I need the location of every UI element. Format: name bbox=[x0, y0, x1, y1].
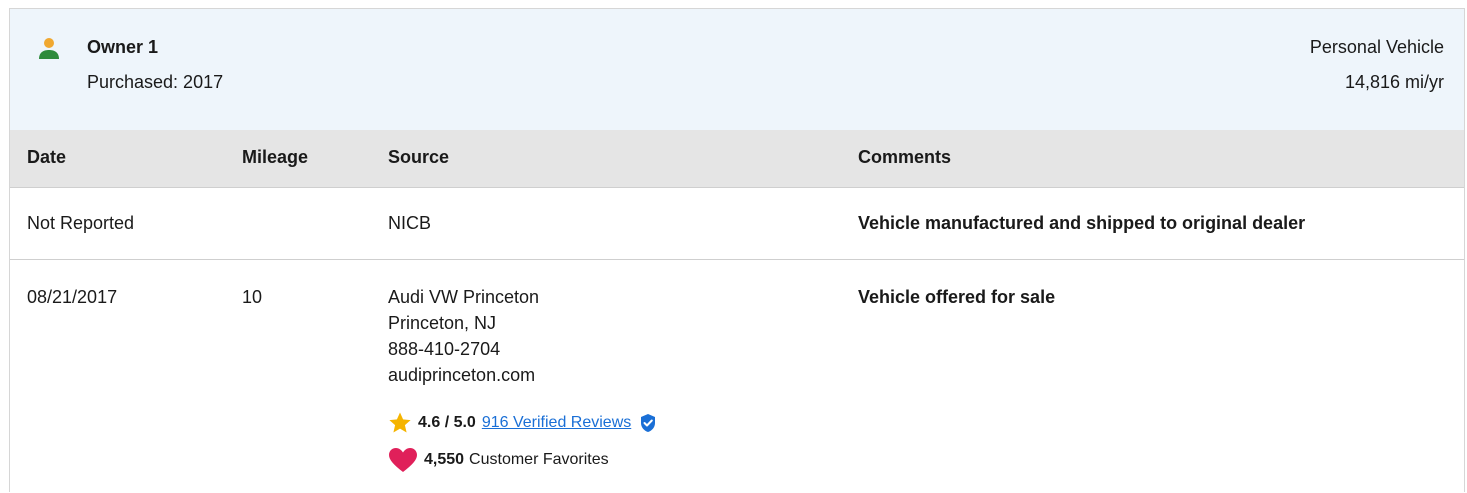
row-source: Audi VW Princeton Princeton, NJ 888-410-… bbox=[388, 284, 539, 388]
usage-type: Personal Vehicle bbox=[1309, 37, 1444, 57]
row-mileage: 10 bbox=[242, 287, 263, 307]
table-row: Not Reported NICB Vehicle manufactured a… bbox=[10, 188, 1464, 260]
row-date: Not Reported bbox=[27, 213, 135, 233]
owner-header: Owner 1 Purchased: 2017 Personal Vehicle… bbox=[10, 9, 1464, 131]
miles-per-year: 14,816 mi/yr bbox=[1344, 72, 1444, 92]
person-icon bbox=[39, 38, 59, 59]
dealer-phone: 888-410-2704 bbox=[388, 339, 501, 359]
table-header: Date Mileage Source Comments bbox=[10, 130, 1464, 188]
row-source: NICB bbox=[388, 213, 432, 233]
owner-title: Owner 1 bbox=[87, 37, 159, 57]
favorites-count: 4,550 bbox=[424, 451, 465, 468]
heart-icon bbox=[389, 448, 417, 472]
table-row: 08/21/2017 10 Audi VW Princeton Princeto… bbox=[10, 260, 1464, 493]
row-comment: Vehicle offered for sale bbox=[858, 287, 1056, 307]
dealer-rating: 4.6 / 5.0 916 Verified Reviews bbox=[388, 410, 657, 436]
dealer-name: Audi VW Princeton bbox=[388, 287, 540, 307]
verified-reviews-link[interactable]: 916 Verified Reviews bbox=[482, 414, 631, 432]
star-icon bbox=[389, 412, 411, 433]
row-date: 08/21/2017 bbox=[27, 287, 118, 307]
dealer-website: audiprinceton.com bbox=[388, 365, 536, 385]
rating-score: 4.6 / 5.0 bbox=[418, 414, 476, 431]
column-header-date: Date bbox=[27, 147, 67, 167]
purchase-year: Purchased: 2017 bbox=[87, 72, 224, 92]
owner-history-card: Owner 1 Purchased: 2017 Personal Vehicle… bbox=[9, 8, 1465, 492]
column-header-source: Source bbox=[388, 147, 450, 167]
column-header-comments: Comments bbox=[858, 147, 952, 167]
verified-shield-icon bbox=[641, 414, 656, 432]
dealer-location: Princeton, NJ bbox=[388, 313, 497, 333]
favorites-label: Customer Favorites bbox=[469, 451, 609, 468]
column-header-mileage: Mileage bbox=[242, 147, 309, 167]
customer-favorites: 4,550 Customer Favorites bbox=[388, 447, 609, 473]
row-comment: Vehicle manufactured and shipped to orig… bbox=[858, 213, 1306, 233]
